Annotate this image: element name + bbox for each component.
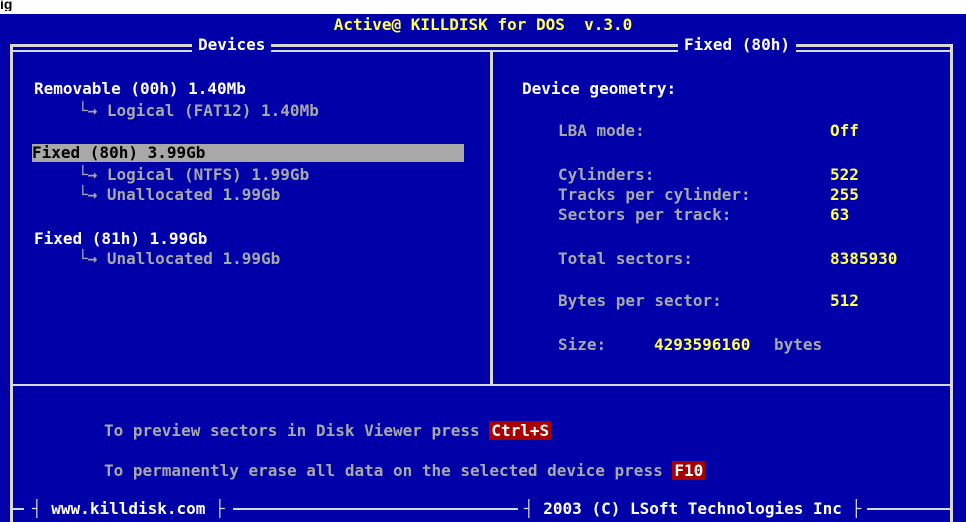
tracks-per-cylinder-value: 255 bbox=[830, 185, 859, 204]
tracks-per-cylinder-label: Tracks per cylinder: bbox=[558, 185, 751, 204]
tree-arrow-icon: └→ bbox=[78, 249, 98, 268]
erase-hint: To permanently erase all data on the sel… bbox=[104, 461, 706, 480]
size-label: Size: bbox=[558, 335, 607, 354]
preview-hint: To preview sectors in Disk Viewer press … bbox=[104, 421, 552, 440]
partition-item[interactable]: └→ Logical (NTFS) 1.99Gb bbox=[78, 166, 309, 184]
geometry-heading: Device geometry: bbox=[522, 79, 677, 98]
website-link[interactable]: ┤ www.killdisk.com ├ bbox=[24, 500, 233, 518]
website-text: www.killdisk.com bbox=[51, 499, 206, 518]
devices-panel-title: Devices bbox=[192, 36, 272, 54]
window-caption-fragment: ig bbox=[0, 0, 13, 11]
details-panel-title: Fixed (80h) bbox=[678, 36, 796, 54]
partition-item[interactable]: └→ Unallocated 1.99Gb bbox=[78, 250, 280, 268]
erase-hint-text: To permanently erase all data on the sel… bbox=[104, 461, 673, 480]
size-unit: bytes bbox=[774, 335, 823, 354]
frame-top bbox=[10, 44, 953, 47]
device-fixed-80h-label: Fixed (80h) 3.99Gb bbox=[32, 143, 206, 162]
device-fixed-80h[interactable]: Fixed (80h) 3.99Gb bbox=[32, 144, 464, 162]
size-value: 4293596160 bbox=[654, 335, 751, 354]
frame-divider-horizontal bbox=[12, 384, 952, 386]
tree-arrow-icon: └→ bbox=[78, 165, 98, 184]
device-fixed-81h[interactable]: Fixed (81h) 1.99Gb bbox=[34, 230, 207, 248]
dos-screen: Active@ KILLDISK for DOS v.3.0 Devices F… bbox=[0, 14, 966, 522]
cylinders-value: 522 bbox=[830, 165, 859, 184]
tree-arrow-icon: └→ bbox=[78, 101, 98, 120]
frame-top-inner bbox=[10, 50, 953, 52]
window-title: Active@ KILLDISK for DOS v.3.0 bbox=[333, 15, 633, 34]
ctrl-s-key[interactable]: Ctrl+S bbox=[489, 421, 552, 440]
total-sectors-value: 8385930 bbox=[830, 249, 898, 268]
copyright-text: 2003 (C) LSoft Technologies Inc bbox=[543, 499, 842, 518]
sectors-per-track-label: Sectors per track: bbox=[558, 205, 732, 224]
sectors-per-track-value: 63 bbox=[830, 205, 850, 224]
device-removable-00h[interactable]: Removable (00h) 1.40Mb bbox=[34, 80, 246, 98]
f10-key[interactable]: F10 bbox=[672, 461, 706, 480]
cylinders-label: Cylinders: bbox=[558, 165, 655, 184]
partition-item[interactable]: └→ Unallocated 1.99Gb bbox=[78, 186, 280, 204]
frame-divider-vertical bbox=[490, 50, 493, 384]
preview-hint-text: To preview sectors in Disk Viewer press bbox=[104, 421, 490, 440]
lba-mode-label: LBA mode: bbox=[558, 121, 645, 140]
copyright-notice: ┤ 2003 (C) LSoft Technologies Inc ├ bbox=[518, 499, 868, 518]
bytes-per-sector-label: Bytes per sector: bbox=[558, 291, 722, 310]
partition-item[interactable]: └→ Logical (FAT12) 1.40Mb bbox=[78, 102, 319, 120]
tree-arrow-icon: └→ bbox=[78, 185, 98, 204]
bytes-per-sector-value: 512 bbox=[830, 291, 859, 310]
frame-left bbox=[10, 44, 13, 522]
total-sectors-label: Total sectors: bbox=[558, 249, 693, 268]
frame-right bbox=[950, 44, 953, 522]
lba-mode-value: Off bbox=[830, 121, 859, 140]
